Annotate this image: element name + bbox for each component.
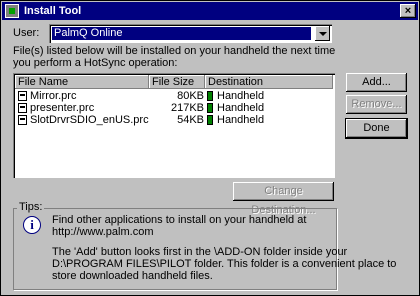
user-dropdown[interactable]: PalmQ Online	[49, 24, 332, 43]
app-icon	[5, 4, 19, 18]
file-icon	[18, 115, 27, 125]
file-size: 80KB	[177, 90, 204, 102]
list-header: File Name File Size Destination	[15, 75, 333, 89]
install-tool-window: Install Tool × User: PalmQ Online File(s…	[0, 0, 420, 296]
info-text-line-1: File(s) listed below will be installed o…	[13, 45, 336, 57]
table-row[interactable]: Mirror.prc 80KB Handheld	[15, 90, 333, 102]
column-header-file-size[interactable]: File Size	[149, 75, 205, 89]
title-bar[interactable]: Install Tool ×	[2, 2, 418, 20]
handheld-icon	[207, 91, 213, 101]
file-list[interactable]: File Name File Size Destination Mirror.p…	[13, 73, 335, 178]
file-name: Mirror.prc	[30, 90, 77, 102]
file-size: 54KB	[177, 114, 204, 126]
tip-text-line-5: store downloaded handheld files.	[52, 270, 213, 282]
tips-label: Tips:	[17, 201, 45, 213]
handheld-icon	[207, 115, 213, 125]
destination: Handheld	[217, 102, 265, 114]
destination: Handheld	[217, 90, 265, 102]
user-selected-value: PalmQ Online	[52, 27, 311, 40]
table-row[interactable]: presenter.prc 217KB Handheld	[15, 102, 333, 114]
file-icon	[18, 91, 27, 101]
destination: Handheld	[217, 114, 265, 126]
info-text-line-2: you perform a HotSync operation:	[13, 57, 178, 69]
column-header-file-name[interactable]: File Name	[15, 75, 149, 89]
file-icon	[18, 103, 27, 113]
tip-text-line-4: D:\PROGRAM FILES\PILOT folder. This fold…	[52, 258, 397, 270]
handheld-icon	[207, 103, 213, 113]
tip-text-line-3: The 'Add' button looks first in the \ADD…	[52, 246, 348, 258]
file-name: SlotDrvrSDIO_enUS.prc	[30, 114, 149, 126]
remove-button[interactable]: Remove...	[346, 95, 407, 114]
window-title: Install Tool	[24, 5, 82, 17]
file-size: 217KB	[170, 102, 204, 114]
tip-link: http://www.palm.com	[52, 226, 154, 238]
tip-text-line-1: Find other applications to install on yo…	[52, 214, 307, 226]
close-button[interactable]: ×	[400, 4, 416, 18]
add-button[interactable]: Add...	[346, 73, 407, 92]
user-label: User:	[13, 27, 40, 39]
table-row[interactable]: SlotDrvrSDIO_enUS.prc 54KB Handheld	[15, 114, 333, 126]
file-name: presenter.prc	[30, 102, 95, 114]
info-icon: i	[23, 216, 41, 234]
chevron-down-icon[interactable]	[315, 26, 330, 41]
column-header-destination[interactable]: Destination	[205, 75, 333, 89]
change-destination-button[interactable]: Change Destination...	[233, 182, 334, 216]
done-button[interactable]: Done	[345, 118, 408, 139]
